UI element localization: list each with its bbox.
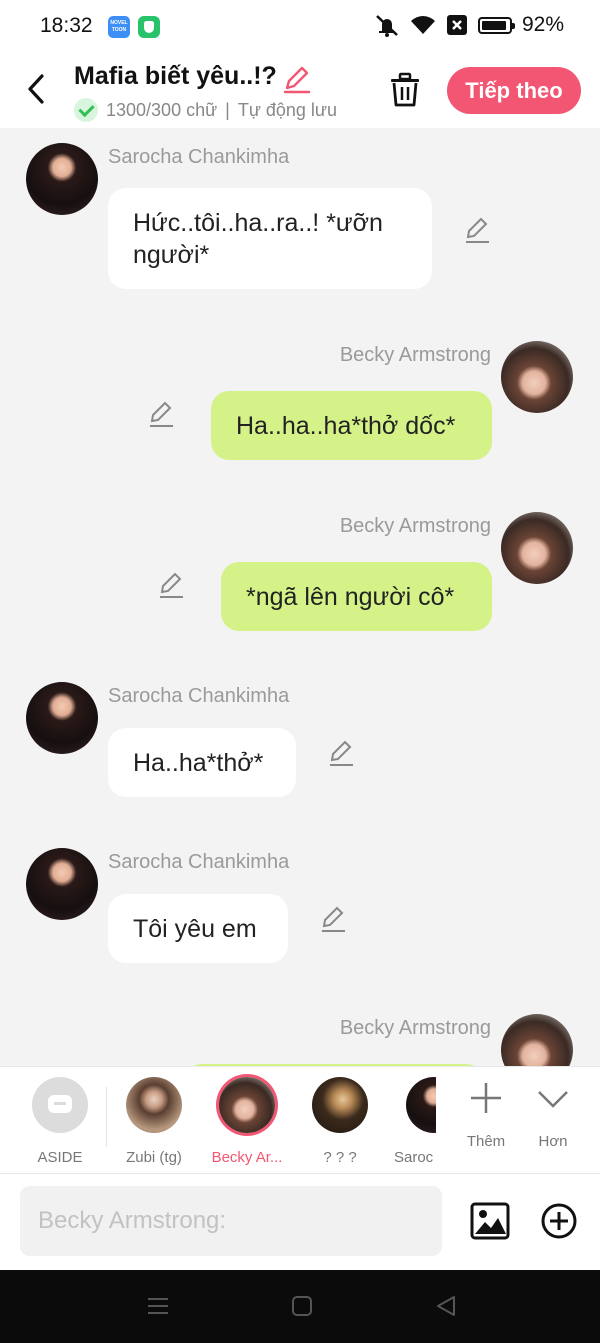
aside-icon — [32, 1077, 88, 1133]
avatar — [406, 1077, 436, 1133]
edit-message-icon[interactable] — [319, 905, 347, 933]
more-button[interactable]: Hơn — [528, 1081, 578, 1150]
character-aside[interactable]: ASIDE — [21, 1077, 99, 1166]
message-bubble[interactable]: Tôi yêu em — [108, 894, 288, 963]
check-icon — [74, 98, 98, 122]
character-selector: ASIDE Zubi (tg) Becky Ar... ? ? ? Saroc … — [0, 1066, 600, 1174]
speaker-name: Becky Armstrong — [339, 344, 491, 366]
avatar-becky[interactable] — [501, 1014, 573, 1066]
character-sarocha[interactable]: Saroc — [394, 1077, 436, 1166]
add-character-button[interactable]: Thêm — [460, 1081, 512, 1150]
character-zubi[interactable]: Zubi (tg) — [115, 1077, 193, 1166]
save-status: 1300/300 chữ | Tự động lưu — [74, 98, 337, 122]
message-input[interactable] — [20, 1186, 442, 1256]
edit-message-icon[interactable] — [147, 400, 175, 428]
battery-percent: 92% — [521, 13, 564, 36]
avatar-sarocha[interactable] — [26, 143, 98, 215]
character-becky[interactable]: Becky Ar... — [208, 1077, 286, 1166]
editor-header: Mafia biết yêu..!? 1300/300 chữ | Tự độn… — [0, 52, 600, 128]
wifi-icon — [410, 16, 435, 34]
episode-title: Mafia biết yêu..!? — [74, 62, 277, 90]
divider — [106, 1087, 107, 1147]
speaker-name: Becky Armstrong — [339, 515, 491, 537]
autosave-label: Tự động lưu — [237, 99, 337, 120]
add-label: Thêm — [466, 1133, 506, 1150]
chat-area: Sarocha Chankimha Hức..tôi..ha..ra..! *ư… — [0, 128, 600, 1066]
status-time: 18:32 — [40, 14, 93, 37]
message-bubble[interactable]: Ha..ha*thở* — [108, 728, 296, 797]
avatar-becky[interactable] — [501, 341, 573, 413]
speaker-name: Sarocha Chankimha — [108, 146, 290, 168]
avatar-becky[interactable] — [501, 512, 573, 584]
input-bar — [0, 1174, 600, 1270]
trash-icon[interactable] — [388, 72, 422, 108]
chevron-down-icon — [538, 1091, 568, 1108]
menu-icon[interactable] — [146, 1294, 170, 1318]
avatar-sarocha[interactable] — [26, 848, 98, 920]
status-bar: 18:32 NOVEL TOON 92% — [0, 0, 600, 52]
message-bubble[interactable]: Ha..ha..ha*thở dốc* — [211, 391, 492, 460]
battery-icon — [477, 16, 515, 34]
home-icon[interactable] — [290, 1294, 314, 1318]
next-button[interactable]: Tiếp theo — [447, 67, 581, 114]
avatar-sarocha[interactable] — [26, 682, 98, 754]
more-label: Hơn — [538, 1133, 568, 1150]
back-arrow-icon[interactable] — [20, 70, 54, 108]
back-nav-icon[interactable] — [434, 1294, 458, 1318]
avatar — [219, 1077, 275, 1133]
edit-message-icon[interactable] — [327, 739, 355, 767]
message-bubble[interactable]: Hức..tôi..ha..ra..! *ưỡn người* — [108, 188, 432, 289]
avatar — [312, 1077, 368, 1133]
plus-icon — [471, 1083, 501, 1113]
edit-message-icon[interactable] — [157, 571, 185, 599]
edit-title-icon[interactable] — [282, 64, 312, 94]
character-unknown[interactable]: ? ? ? — [301, 1077, 379, 1166]
sim-off-icon — [446, 15, 467, 35]
system-nav-bar — [0, 1270, 600, 1343]
status-separator: | — [225, 99, 230, 120]
mute-icon — [376, 15, 398, 37]
edit-message-icon[interactable] — [463, 216, 491, 244]
vpn-shield-app-icon — [138, 16, 160, 38]
message-bubble[interactable]: *ngã lên người cô* — [221, 562, 492, 631]
novel-toon-app-icon: NOVEL TOON — [108, 16, 130, 38]
image-icon[interactable] — [470, 1202, 510, 1240]
add-circle-icon[interactable] — [540, 1202, 578, 1240]
speaker-name: Sarocha Chankimha — [108, 851, 290, 873]
speaker-name: Sarocha Chankimha — [108, 685, 290, 707]
avatar — [126, 1077, 182, 1133]
speaker-name: Becky Armstrong — [339, 1017, 491, 1039]
word-count: 1300/300 chữ — [106, 99, 218, 120]
